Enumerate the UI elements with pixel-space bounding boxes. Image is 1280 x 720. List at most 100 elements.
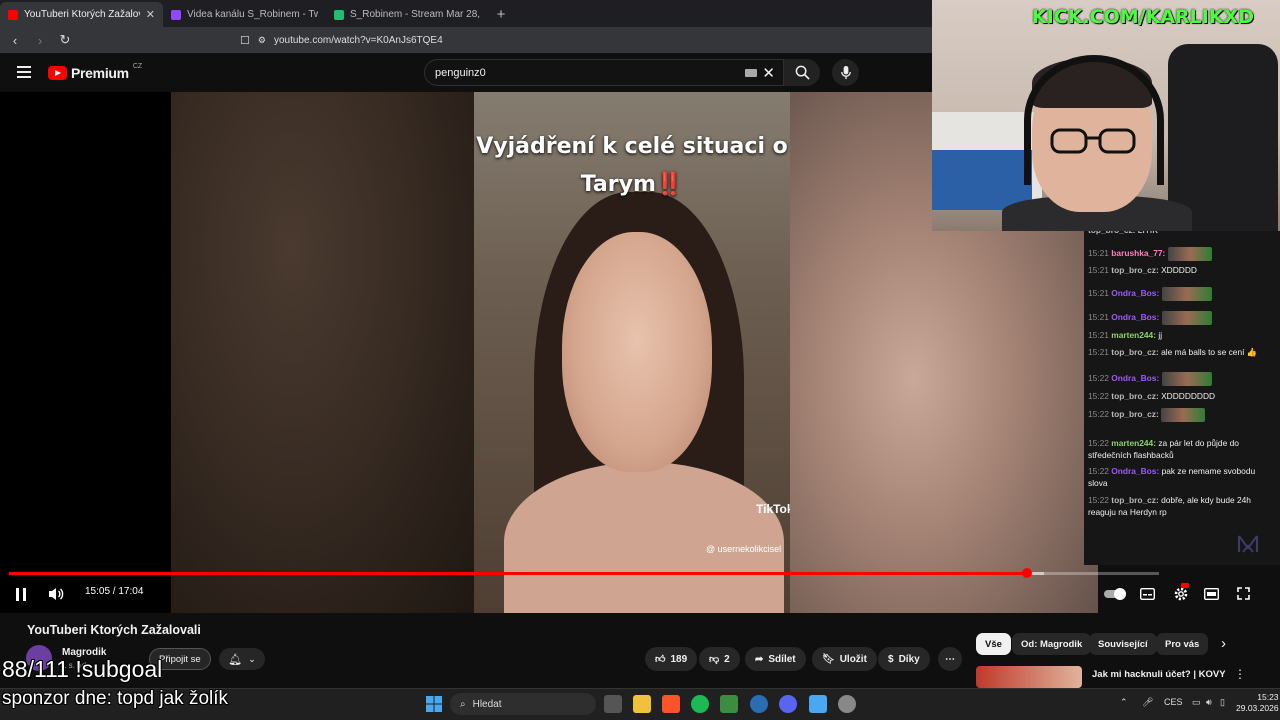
chat-username[interactable]: top_bro_cz: xyxy=(1111,265,1158,275)
tab-youtube[interactable]: YouTuberi Ktorých Zažalovali ✕ xyxy=(0,2,163,27)
bell-icon: 🔔︎ xyxy=(228,653,243,666)
dislike-count: 2 xyxy=(724,653,730,665)
chip-for-you[interactable]: Pro vás xyxy=(1156,633,1209,655)
tiktok-username: @ usernekolikcisel xyxy=(706,544,782,554)
brave-browser-icon[interactable] xyxy=(662,695,680,713)
tab-twitch-videos[interactable]: Videa kanálu S_Robinem - Twitch xyxy=(163,2,326,27)
new-tab-icon[interactable]: + xyxy=(489,2,513,27)
hamburger-menu-icon[interactable] xyxy=(17,66,31,78)
settings-app-icon[interactable] xyxy=(838,695,856,713)
thumbs-down-icon: 👎︎ xyxy=(709,654,720,665)
chat-text: ale má balls to se cení 👍 xyxy=(1161,347,1258,357)
chat-emote-icon xyxy=(1167,247,1212,261)
keyboard-icon[interactable] xyxy=(745,69,757,77)
app-icon[interactable] xyxy=(750,695,768,713)
chat-username[interactable]: Ondra_Bos: xyxy=(1111,312,1159,322)
volume-icon xyxy=(49,588,64,600)
autoplay-toggle[interactable] xyxy=(1103,586,1127,601)
chevron-right-icon[interactable]: › xyxy=(1221,635,1226,652)
chip-from-channel[interactable]: Od: Magrodik xyxy=(1012,633,1092,655)
recommended-thumbnail[interactable] xyxy=(976,666,1082,688)
file-explorer-icon[interactable] xyxy=(633,695,651,713)
chat-message: 15:21 barushka_77: xyxy=(1088,247,1274,261)
volume-button[interactable] xyxy=(46,585,66,603)
youtube-play-icon xyxy=(48,66,67,80)
taskbar-search[interactable]: ⌕ Hledat xyxy=(450,693,596,715)
youtube-logo[interactable]: Premium CZ xyxy=(48,63,142,81)
notification-button[interactable]: 🔔︎ ⌄ xyxy=(219,648,265,670)
url-field[interactable]: ☐ ⚙ youtube.com/watch?v=K0AnJs6TQE4 xyxy=(240,29,930,51)
search-input[interactable]: penguinz0 ✕ xyxy=(424,59,784,86)
recommended-title[interactable]: Jak mi hacknuli účet? | KOVY xyxy=(1092,669,1226,680)
youtube-favicon-icon xyxy=(8,9,18,20)
recommended-menu-icon[interactable]: ⋮ xyxy=(1234,667,1246,681)
chat-username[interactable]: top_bro_cz: xyxy=(1111,391,1158,401)
taskbar-clock[interactable]: 15:23 29.03.2026 xyxy=(1236,692,1279,714)
spotify-icon[interactable] xyxy=(691,695,709,713)
site-info-icon[interactable]: ⚙ xyxy=(258,35,266,46)
seek-bar[interactable] xyxy=(9,568,1159,578)
windows-start-icon[interactable] xyxy=(426,696,442,712)
discord-icon[interactable] xyxy=(779,695,797,713)
glasses-icon xyxy=(1050,128,1136,154)
fullscreen-button[interactable] xyxy=(1235,586,1251,601)
chat-username[interactable]: Ondra_Bos: xyxy=(1111,373,1159,383)
save-button[interactable]: 🔖︎ Uložit xyxy=(812,647,877,671)
chat-username[interactable]: top_bro_cz: xyxy=(1111,347,1158,357)
subtitles-icon xyxy=(1139,587,1155,600)
tab-stream[interactable]: S_Robinem - Stream Mar 28, 2026 - S xyxy=(326,2,489,27)
chat-username[interactable]: Ondra_Bos: xyxy=(1111,288,1159,298)
subtitles-button[interactable] xyxy=(1139,586,1155,601)
chip-all[interactable]: Vše xyxy=(976,633,1011,655)
chat-timestamp: 15:21 xyxy=(1088,347,1109,357)
more-actions-button[interactable]: ⋯ xyxy=(938,647,962,671)
settings-button[interactable] xyxy=(1171,583,1191,602)
chat-message: 15:22 Ondra_Bos: xyxy=(1088,372,1274,386)
like-button[interactable]: 👍︎ 189 xyxy=(645,647,698,671)
volume-tray-icon[interactable]: 🔊︎ xyxy=(1206,697,1212,708)
video-person-body xyxy=(504,462,784,613)
mic-tray-icon[interactable]: 🎤︎ xyxy=(1142,697,1153,708)
kick-channel-banner: KICK.COM/KARLIKXD xyxy=(1032,6,1254,28)
close-tab-icon[interactable]: ✕ xyxy=(146,8,155,21)
thanks-button[interactable]: $ Díky xyxy=(878,647,930,671)
chat-timestamp: 15:21 xyxy=(1088,312,1109,323)
chat-username[interactable]: marten244: xyxy=(1111,330,1156,340)
tray-overflow-icon[interactable]: ⌃ xyxy=(1120,697,1128,708)
forward-icon[interactable]: › xyxy=(30,30,50,50)
photos-icon[interactable] xyxy=(809,695,827,713)
minecraft-icon[interactable] xyxy=(720,695,738,713)
bookmark-icon: 🔖︎ xyxy=(822,653,835,665)
video-title: YouTuberi Ktorých Zažalovali xyxy=(27,623,201,637)
chat-message: 15:22 top_bro_cz: XDDDDDDDD xyxy=(1088,391,1274,403)
language-indicator[interactable]: CES xyxy=(1164,697,1183,707)
search-button[interactable] xyxy=(784,59,820,86)
streamer-logo-icon xyxy=(1237,533,1259,555)
chat-username[interactable]: top_bro_cz: xyxy=(1111,495,1158,505)
webcam-overlay: KICK.COM/KARLIKXD xyxy=(932,0,1280,231)
seek-handle[interactable] xyxy=(1021,568,1032,578)
logo-text: Premium xyxy=(71,65,129,81)
bookmark-icon[interactable]: ☐ xyxy=(240,34,250,47)
chat-timestamp: 15:21 xyxy=(1088,248,1109,259)
pause-button[interactable] xyxy=(13,586,29,602)
battery-icon[interactable]: ▯ xyxy=(1220,697,1225,708)
voice-search-button[interactable] xyxy=(832,59,859,86)
reload-icon[interactable]: ↻ xyxy=(55,30,75,50)
chat-username[interactable]: top_bro_cz: xyxy=(1111,409,1158,419)
chat-username[interactable]: Ondra_Bos: xyxy=(1111,466,1159,476)
theater-mode-button[interactable] xyxy=(1203,586,1219,601)
share-button[interactable]: ➦ Sdílet xyxy=(745,647,806,671)
back-icon[interactable]: ‹ xyxy=(5,30,25,50)
dislike-button[interactable]: 👎︎ 2 xyxy=(699,647,740,671)
chat-username[interactable]: marten244: xyxy=(1111,438,1156,448)
clear-search-icon[interactable]: ✕ xyxy=(762,64,775,82)
chip-related[interactable]: Související xyxy=(1089,633,1157,655)
chat-username[interactable]: barushka_77: xyxy=(1111,248,1165,258)
chat-emote-icon xyxy=(1161,311,1212,325)
network-icon[interactable]: ▭ xyxy=(1192,697,1201,708)
chat-timestamp: 15:22 xyxy=(1088,466,1109,476)
chat-text: XDDDDD xyxy=(1161,265,1197,275)
chat-message: 15:21 marten244: jj xyxy=(1088,330,1274,342)
task-view-icon[interactable] xyxy=(604,695,622,713)
